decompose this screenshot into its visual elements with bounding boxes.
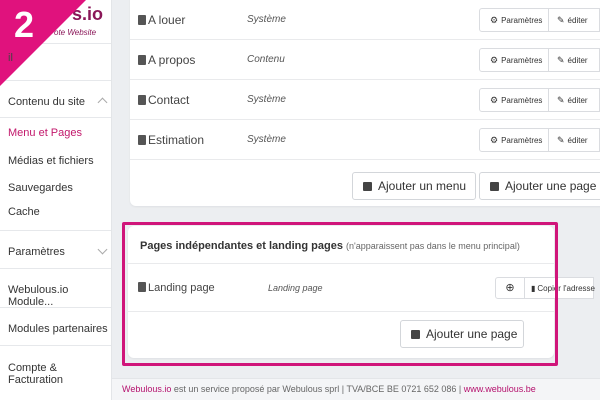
edit-button[interactable]: ✎ éditer [548, 88, 600, 112]
landing-pages-card: Pages indépendantes et landing pages (n'… [128, 226, 595, 358]
chevron-down-icon [97, 244, 108, 255]
params-button[interactable]: ⚙ Paramètres [479, 8, 549, 32]
globe-button[interactable]: ⊕ [495, 277, 525, 299]
folder-plus-icon [363, 182, 372, 191]
file-plus-icon [411, 330, 420, 339]
gear-icon: ⚙ [490, 55, 499, 65]
page-type: Contenu [247, 54, 285, 65]
chevron-up-icon [97, 97, 108, 108]
step-badge [0, 0, 86, 86]
page-name: Landing page [148, 282, 215, 294]
gear-icon: ⚙ [490, 135, 499, 145]
params-label: Paramètres [501, 96, 543, 105]
pencil-icon: ✎ [557, 135, 565, 145]
page-name: A louer [148, 13, 186, 27]
add-menu-label: Ajouter un menu [378, 179, 467, 193]
sidebar-item-home[interactable]: il [8, 52, 13, 64]
divider [0, 345, 111, 346]
divider [0, 117, 111, 118]
table-row: Contact Système ⚙Paramètres ✎éditer ↗ [130, 80, 600, 120]
pencil-icon: ✎ [557, 15, 565, 25]
params-label: Paramètres [501, 16, 543, 25]
file-icon [138, 95, 146, 105]
divider [0, 230, 111, 231]
page-name: Contact [148, 93, 190, 107]
globe-icon: ⊕ [505, 282, 515, 294]
edit-label: éditer [567, 136, 588, 145]
add-landing-page-button[interactable]: Ajouter une page [400, 320, 524, 348]
table-row: A louer Système ⚙Paramètres ✎éditer ↗ [130, 0, 600, 40]
params-button[interactable]: ⚙ Paramètres [479, 128, 549, 152]
sidebar-item-cache[interactable]: Cache [0, 206, 111, 218]
add-page-label: Ajouter une page [505, 179, 597, 193]
gear-icon: ⚙ [490, 95, 499, 105]
sidebar-item-menu-pages[interactable]: Menu et Pages [0, 127, 111, 139]
edit-button[interactable]: ✎ éditer [548, 128, 600, 152]
page-type: Système [247, 94, 286, 105]
add-page-button[interactable]: Ajouter une page [479, 172, 600, 200]
sidebar-item-medias[interactable]: Médias et fichiers [0, 155, 111, 167]
page-type: Système [247, 134, 286, 145]
footer: Webulous.io est un service proposé par W… [112, 378, 600, 400]
sidebar-section-label: Paramètres [8, 246, 65, 258]
sidebar-section-parametres[interactable]: Paramètres [0, 244, 111, 258]
copy-label: Copier l'adresse [537, 284, 595, 293]
page-type: Système [247, 14, 286, 25]
sidebar-section-modules[interactable]: Webulous.io Module... [0, 284, 111, 308]
pencil-icon: ✎ [557, 55, 565, 65]
copy-address-button[interactable]: ▮ Copier l'adresse [524, 277, 595, 299]
divider [0, 268, 111, 269]
file-plus-icon [490, 182, 499, 191]
params-label: Paramètres [501, 56, 543, 65]
edit-label: éditer [567, 96, 588, 105]
gear-icon: ⚙ [490, 15, 499, 25]
divider [0, 307, 111, 308]
main-content: A louer Système ⚙Paramètres ✎éditer ↗ A … [112, 0, 600, 378]
sidebar-item-sauvegardes[interactable]: Sauvegardes [0, 182, 111, 194]
card-title: Pages indépendantes et landing pages [140, 240, 343, 252]
table-row: A propos Contenu ⚙Paramètres ✎éditer ↗ [130, 40, 600, 80]
edit-button[interactable]: ✎ éditer [548, 8, 600, 32]
edit-button[interactable]: ✎ éditer [548, 48, 600, 72]
file-icon [138, 282, 146, 292]
footer-brand[interactable]: Webulous.io [122, 384, 171, 394]
step-number: 2 [14, 4, 35, 45]
page-type: Landing page [268, 283, 323, 293]
card-header: Pages indépendantes et landing pages (n'… [128, 226, 554, 264]
page-name: Estimation [148, 133, 205, 147]
file-icon [138, 135, 146, 145]
sidebar-section-compte[interactable]: Compte & Facturation [0, 362, 111, 386]
params-label: Paramètres [501, 136, 543, 145]
pencil-icon: ✎ [557, 95, 565, 105]
params-button[interactable]: ⚙ Paramètres [479, 88, 549, 112]
table-row: Estimation Système ⚙Paramètres ✎éditer ↗ [130, 120, 600, 160]
clipboard-icon: ▮ [531, 284, 536, 293]
edit-label: éditer [567, 56, 588, 65]
footer-text: est un service proposé par Webulous sprl… [171, 384, 464, 394]
add-menu-button[interactable]: Ajouter un menu [352, 172, 476, 200]
add-page-label: Ajouter une page [426, 327, 518, 341]
sidebar-section-partenaires[interactable]: Modules partenaires [0, 323, 111, 335]
sidebar-section-label: Contenu du site [8, 96, 86, 108]
file-icon [138, 55, 146, 65]
table-row: Landing page Landing page ⊕ ▮ Copier l'ad… [128, 276, 595, 312]
sidebar-section-contenu[interactable]: Contenu du site [0, 96, 111, 108]
menu-pages-card: A louer Système ⚙Paramètres ✎éditer ↗ A … [130, 0, 600, 206]
footer-link[interactable]: www.webulous.be [464, 384, 536, 394]
edit-label: éditer [567, 16, 588, 25]
card-note: (n'apparaissent pas dans le menu princip… [346, 241, 520, 251]
file-icon [138, 15, 146, 25]
page-name: A propos [148, 53, 196, 67]
params-button[interactable]: ⚙ Paramètres [479, 48, 549, 72]
